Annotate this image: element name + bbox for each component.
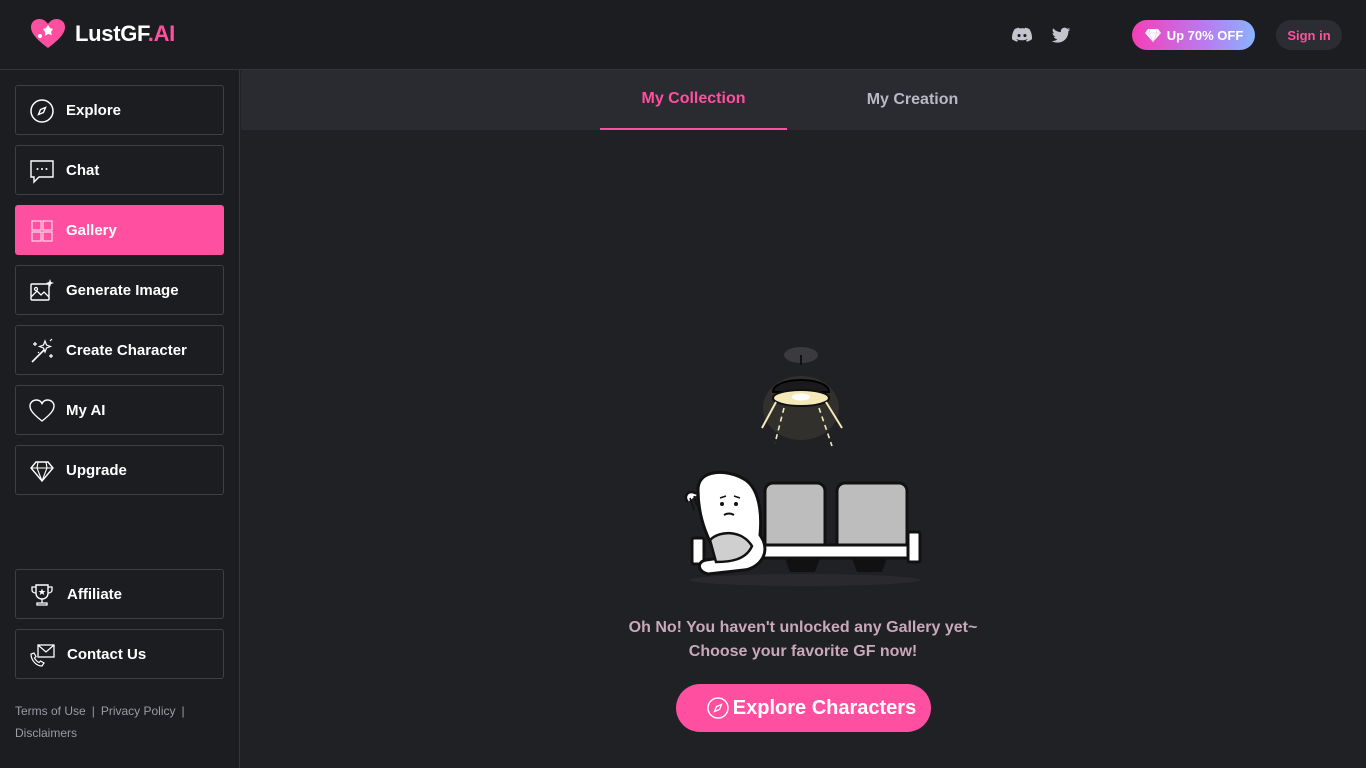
promo-label: Up 70% OFF [1166, 27, 1244, 43]
sign-in-button[interactable]: Sign in [1276, 20, 1342, 50]
sidebar-item-upgrade[interactable]: Upgrade [15, 445, 224, 495]
sidebar-item-label: Chat [66, 161, 100, 179]
privacy-link[interactable]: Privacy Policy [101, 704, 176, 718]
sidebar-item-explore[interactable]: Explore [15, 85, 224, 135]
twitter-icon[interactable] [1050, 24, 1072, 46]
image-sparkle-icon [30, 279, 54, 301]
sidebar-item-label: Affiliate [67, 585, 123, 603]
sidebar-item-my-ai[interactable]: My AI [15, 385, 224, 435]
tab-my-creation[interactable]: My Creation [821, 70, 1004, 130]
sidebar-item-label: Contact Us [67, 645, 147, 663]
diamond-icon [1144, 28, 1161, 42]
empty-state-illustration [684, 347, 922, 586]
empty-state-line-1: Oh No! You haven't unlocked any Gallery … [628, 619, 978, 636]
empty-state-line-2: Choose your favorite GF now! [688, 643, 918, 660]
brand-name-main: LustGF [75, 21, 148, 46]
compass-icon [30, 99, 54, 123]
footer-separator: | [181, 704, 185, 718]
sidebar: Explore Chat Gallery Generate Image Crea… [0, 70, 240, 768]
terms-link[interactable]: Terms of Use [15, 704, 86, 718]
trophy-icon [31, 584, 53, 606]
sidebar-item-label: My AI [66, 401, 106, 419]
discord-icon[interactable] [1011, 24, 1033, 46]
footer-separator: | [91, 704, 95, 718]
sidebar-item-create-character[interactable]: Create Character [15, 325, 224, 375]
disclaimers-link[interactable]: Disclaimers [15, 726, 77, 740]
compass-icon [707, 697, 729, 719]
tab-my-collection[interactable]: My Collection [600, 70, 787, 130]
brand-name: LustGF.AI [75, 21, 175, 47]
gallery-tabs: My Collection My Creation [241, 70, 1366, 130]
heart-logo-icon [31, 19, 65, 48]
envelope-phone-icon [30, 644, 55, 667]
gallery-grid-icon [31, 220, 53, 242]
sidebar-item-label: Gallery [66, 221, 117, 239]
magic-wand-icon [31, 338, 53, 363]
sidebar-item-contact-us[interactable]: Contact Us [15, 629, 224, 679]
brand-logo[interactable]: LustGF.AI [30, 18, 175, 50]
explore-characters-label: Explore Characters [732, 696, 917, 719]
sidebar-item-gallery[interactable]: Gallery [15, 205, 224, 255]
sidebar-item-label: Explore [66, 101, 122, 119]
top-header: LustGF.AI Up 70% OFF Sign in [0, 0, 1366, 70]
promo-discount-button[interactable]: Up 70% OFF [1132, 20, 1255, 50]
sidebar-item-chat[interactable]: Chat [15, 145, 224, 195]
sidebar-item-label: Upgrade [66, 461, 127, 479]
sidebar-item-label: Create Character [66, 341, 187, 359]
heart-icon [29, 399, 55, 422]
sidebar-item-label: Generate Image [66, 281, 179, 299]
empty-state-message: Oh No! You haven't unlocked any Gallery … [603, 616, 1003, 664]
explore-characters-button[interactable]: Explore Characters [676, 684, 931, 732]
footer-links: Terms of Use | Privacy Policy | Disclaimers [15, 700, 225, 744]
chat-bubble-icon [30, 160, 54, 184]
sidebar-item-generate-image[interactable]: Generate Image [15, 265, 224, 315]
brand-name-suffix: .AI [147, 21, 176, 46]
diamond-icon [30, 461, 54, 483]
sidebar-item-affiliate[interactable]: Affiliate [15, 569, 224, 619]
